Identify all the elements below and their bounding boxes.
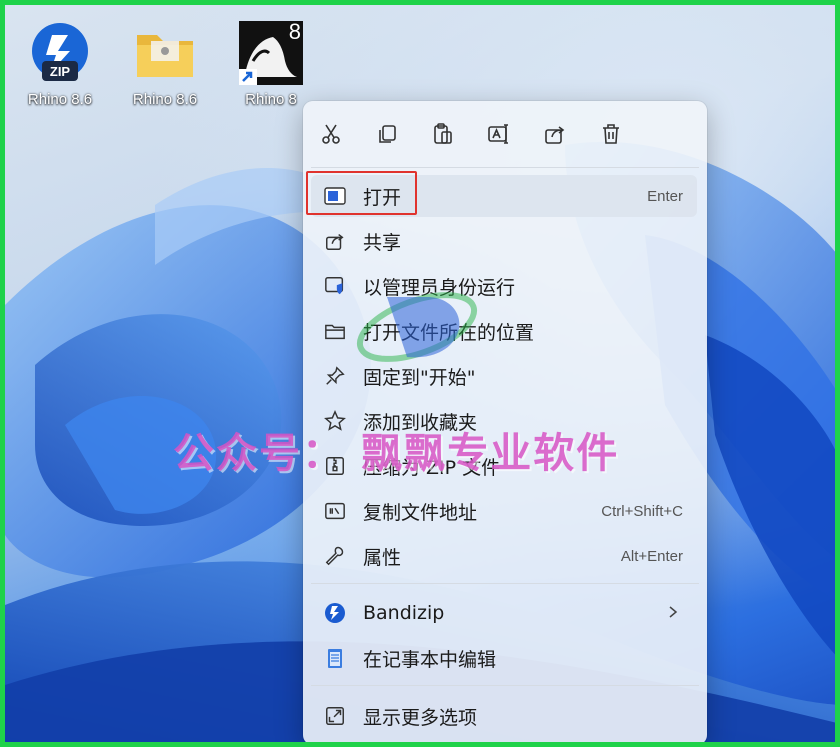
delete-icon: [603, 124, 619, 144]
zip-archive-icon: ZIP: [28, 21, 92, 85]
menu-divider: [311, 167, 699, 168]
watermark-logo-icon: [356, 292, 478, 362]
menu-divider: [311, 685, 699, 686]
desktop-icon-label: Rhino 8.6: [132, 91, 198, 108]
bandizip-icon: [323, 601, 347, 625]
desktop-icon-rhino-zip[interactable]: ZIP Rhino 8.6: [10, 21, 110, 108]
menu-item-label: 显示更多选项: [363, 706, 478, 729]
menu-item-shortcut: Enter: [647, 187, 683, 205]
run-as-admin-icon: [323, 274, 347, 298]
wrench-icon: [323, 544, 347, 568]
menu-item-show-more-options[interactable]: 显示更多选项: [311, 695, 697, 737]
copy-path-icon: [323, 499, 347, 523]
paste-icon: [434, 123, 452, 144]
rename-button[interactable]: [479, 114, 519, 154]
menu-divider: [311, 583, 699, 584]
pin-icon: [323, 364, 347, 388]
cut-icon: [322, 124, 340, 144]
watermark-text: 公众号： 飘飘专业软件: [173, 429, 620, 477]
menu-item-share[interactable]: 共享: [311, 220, 697, 262]
version-badge: 8: [288, 19, 301, 44]
folder-outline-icon: [323, 319, 347, 343]
menu-item-label: 复制文件地址: [363, 501, 478, 524]
desktop-icon-rhino-8[interactable]: 8 Rhino 8: [221, 19, 321, 108]
desktop-icon-label: Rhino 8.6: [27, 91, 93, 108]
folder-icon: [133, 21, 197, 85]
cut-button[interactable]: [311, 114, 351, 154]
context-menu-toolbar: [303, 101, 707, 167]
share-icon: [545, 126, 565, 144]
share-icon: [323, 229, 347, 253]
menu-item-label: 共享: [363, 231, 402, 254]
share-button[interactable]: [535, 114, 575, 154]
menu-item-label: Bandizip: [363, 602, 445, 624]
menu-item-bandizip[interactable]: Bandizip: [311, 592, 697, 634]
menu-item-shortcut: Ctrl+Shift+C: [601, 502, 683, 520]
screenshot-frame: ZIP Rhino 8.6 Rhino 8.6 8 Rhino 8 打开 Ent…: [0, 0, 840, 747]
svg-text:ZIP: ZIP: [50, 64, 71, 79]
rename-icon: [488, 124, 508, 144]
more-options-icon: [323, 704, 347, 728]
chevron-right-icon: [667, 604, 679, 623]
highlight-annotation: [306, 171, 417, 215]
desktop-icon-rhino-folder[interactable]: Rhino 8.6: [115, 21, 215, 108]
menu-item-properties[interactable]: 属性 Alt+Enter: [311, 535, 697, 577]
notepad-icon: [323, 646, 347, 670]
delete-button[interactable]: [591, 114, 631, 154]
menu-item-copy-as-path[interactable]: 复制文件地址 Ctrl+Shift+C: [311, 490, 697, 532]
copy-button[interactable]: [367, 114, 407, 154]
menu-item-edit-in-notepad[interactable]: 在记事本中编辑: [311, 637, 697, 679]
menu-item-label: 属性: [363, 546, 402, 569]
rhino-app-shortcut-icon: 8: [239, 19, 303, 85]
copy-icon: [379, 125, 396, 143]
menu-item-shortcut: Alt+Enter: [620, 547, 683, 565]
menu-item-label: 在记事本中编辑: [363, 648, 497, 671]
paste-button[interactable]: [423, 114, 463, 154]
